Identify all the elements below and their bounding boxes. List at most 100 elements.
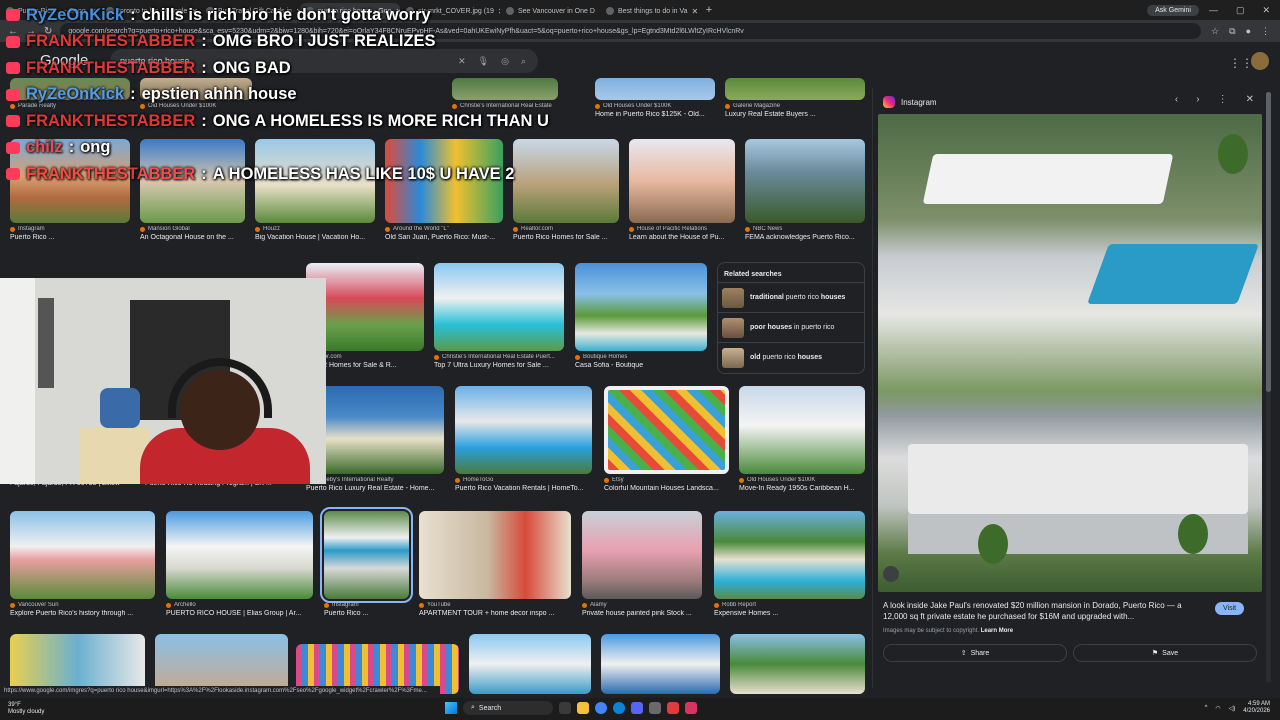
result-tile[interactable]: Boutique Homes Casa Sofia - Boutique	[575, 263, 707, 369]
weather-widget[interactable]: 39°F Mostly cloudy	[0, 702, 44, 716]
heart-badge-icon	[6, 35, 20, 48]
extensions-icon[interactable]: ⧉	[1229, 26, 1235, 37]
result-tile[interactable]: Archello PUERTO RICO HOUSE | Elias Group…	[166, 511, 313, 617]
chat-message: FRANKTHESTABBER: OMG BRO I JUST REALIZES	[6, 29, 646, 56]
result-tile[interactable]	[155, 634, 288, 694]
file-explorer-icon[interactable]	[577, 702, 589, 714]
result-source: YouTube	[427, 602, 451, 608]
result-source: Boutique Homes	[583, 354, 628, 360]
result-tile[interactable]	[730, 634, 865, 694]
result-tile[interactable]	[469, 634, 591, 694]
result-image	[714, 511, 865, 599]
page-scrollbar[interactable]	[1266, 92, 1271, 682]
result-source: Houzz	[263, 226, 281, 232]
result-tile[interactable]: Sotheby's International Realty Puerto Ri…	[306, 386, 444, 492]
result-tile[interactable]: Instagram Puerto Rico ...	[320, 507, 413, 617]
obs-icon[interactable]	[667, 702, 679, 714]
task-view-icon[interactable]	[559, 702, 571, 714]
edge-icon[interactable]	[613, 702, 625, 714]
result-tile[interactable]: HomeToGo Puerto Rico Vacation Rentals | …	[455, 386, 592, 492]
result-title: Luxury Real Estate Buyers ...	[725, 111, 816, 118]
chrome-icon[interactable]	[595, 702, 607, 714]
result-tile[interactable]	[601, 634, 720, 694]
lens-search-icon[interactable]	[883, 566, 899, 582]
result-tile[interactable]: Alamy Private house painted pink Stock .…	[582, 511, 702, 617]
result-title: Puerto Rico Luxury Real Estate - Home...	[306, 485, 435, 492]
result-tile[interactable]: NBC News FEMA acknowledges Puerto Rico..…	[745, 139, 865, 241]
window-controls: — ▢ ✕	[1199, 5, 1280, 16]
result-source: Realtor.com	[521, 226, 554, 232]
search-icon: ⌕	[471, 704, 475, 711]
save-button[interactable]: ⚑ Save	[1073, 644, 1257, 662]
chat-text: ong	[80, 138, 111, 157]
more-icon[interactable]: ⋮	[1218, 94, 1228, 105]
minimize-icon[interactable]: —	[1209, 5, 1218, 16]
visit-button[interactable]: Visit	[1215, 602, 1245, 615]
chat-username: RyZeOnKick	[26, 5, 125, 24]
preview-image[interactable]	[878, 114, 1262, 592]
ask-gemini-button[interactable]: Ask Gemini	[1147, 4, 1199, 16]
discord-icon[interactable]	[631, 702, 643, 714]
result-tile[interactable]: Old Houses Under $100K Move-In Ready 195…	[739, 386, 865, 492]
result-image	[166, 511, 313, 599]
menu-icon[interactable]: ⋮	[1261, 26, 1270, 37]
learn-more-link[interactable]: Learn More	[981, 628, 1013, 634]
chat-username: RyZeOnKick	[26, 85, 125, 104]
result-tile[interactable]: Galerie Magazine Luxury Real Estate Buye…	[725, 78, 865, 118]
related-item[interactable]: traditional puerto rico houses	[718, 282, 864, 312]
result-title: PUERTO RICO HOUSE | Elias Group | Ar...	[166, 610, 302, 617]
related-searches: Related searches traditional puerto rico…	[717, 262, 865, 374]
result-title: Expensive Homes ...	[714, 610, 779, 617]
result-tile[interactable]: Etsy Colorful Mountain Houses Landsca...	[604, 386, 729, 492]
temperature: 39°F	[8, 702, 21, 708]
share-icon: ⇪	[960, 650, 967, 657]
result-tile[interactable]	[10, 634, 145, 694]
result-title: Puerto Rico Homes for Sale ...	[513, 234, 608, 241]
share-button[interactable]: ⇪ Share	[883, 644, 1067, 662]
result-source: Etsy	[612, 477, 624, 483]
result-title: APARTMENT TOUR + home decor inspo ...	[419, 610, 555, 617]
result-tile[interactable]: Robb Report Expensive Homes ...	[714, 511, 865, 617]
start-icon[interactable]	[445, 702, 457, 714]
previous-icon[interactable]: ‹	[1175, 94, 1178, 105]
panel-source-label: Instagram	[901, 97, 937, 107]
taskbar: 39°F Mostly cloudy ⌕ Search ^ ◠ ◁) 4:59 A…	[0, 698, 1280, 720]
related-item[interactable]: old puerto rico houses	[718, 342, 864, 372]
panel-caption[interactable]: A look inside Jake Paul's renovated $20 …	[883, 600, 1203, 622]
image-preview-panel: Instagram ‹ › ⋮ ✕ A look inside Jake Pau…	[872, 88, 1272, 688]
result-source: Robb Report	[722, 602, 757, 608]
close-tab-icon[interactable]: ✕	[692, 7, 699, 16]
clock[interactable]: 4:59 AM 4/20/2026	[1243, 701, 1270, 715]
bookmark-star-icon[interactable]: ☆	[1211, 26, 1219, 37]
result-tile[interactable]: Christie's International Real Estate Pue…	[434, 263, 564, 369]
panel-source[interactable]: Instagram	[883, 96, 937, 108]
related-item[interactable]: poor houses in puerto rico	[718, 312, 864, 342]
result-image	[745, 139, 865, 223]
maximize-icon[interactable]: ▢	[1236, 5, 1245, 16]
app-icon[interactable]	[649, 702, 661, 714]
avatar[interactable]	[1251, 52, 1269, 70]
close-icon[interactable]: ✕	[1246, 94, 1254, 105]
heart-badge-icon	[6, 62, 20, 75]
wifi-icon[interactable]: ◠	[1215, 705, 1220, 712]
result-source: Instagram	[332, 602, 359, 608]
chat-message: RyZeOnKick: chills is rich bro he don't g…	[6, 2, 646, 29]
volume-icon[interactable]: ◁)	[1229, 705, 1236, 712]
next-icon[interactable]: ›	[1196, 94, 1199, 105]
chevron-up-icon[interactable]: ^	[1205, 705, 1208, 711]
app-icon[interactable]	[685, 702, 697, 714]
result-image	[469, 634, 591, 694]
result-source: Vancouver Sun	[18, 602, 59, 608]
result-source: Christie's International Real Estate Pue…	[442, 354, 555, 360]
close-window-icon[interactable]: ✕	[1262, 5, 1270, 16]
result-image	[10, 634, 145, 694]
taskbar-search[interactable]: ⌕ Search	[463, 701, 553, 715]
result-tile[interactable]: Vancouver Sun Explore Puerto Rico's hist…	[10, 511, 155, 617]
result-tile[interactable]: YouTube APARTMENT TOUR + home decor insp…	[419, 511, 571, 617]
result-source: House of Pacific Relations	[637, 226, 708, 232]
result-title: Big Vacation House | Vacation Ho...	[255, 234, 366, 241]
apps-grid-icon[interactable]: ⋮⋮	[1229, 56, 1253, 70]
new-tab-button[interactable]: +	[700, 4, 718, 16]
result-source: Old Houses Under $100K	[747, 477, 816, 483]
profile-icon[interactable]: ●	[1246, 26, 1251, 37]
